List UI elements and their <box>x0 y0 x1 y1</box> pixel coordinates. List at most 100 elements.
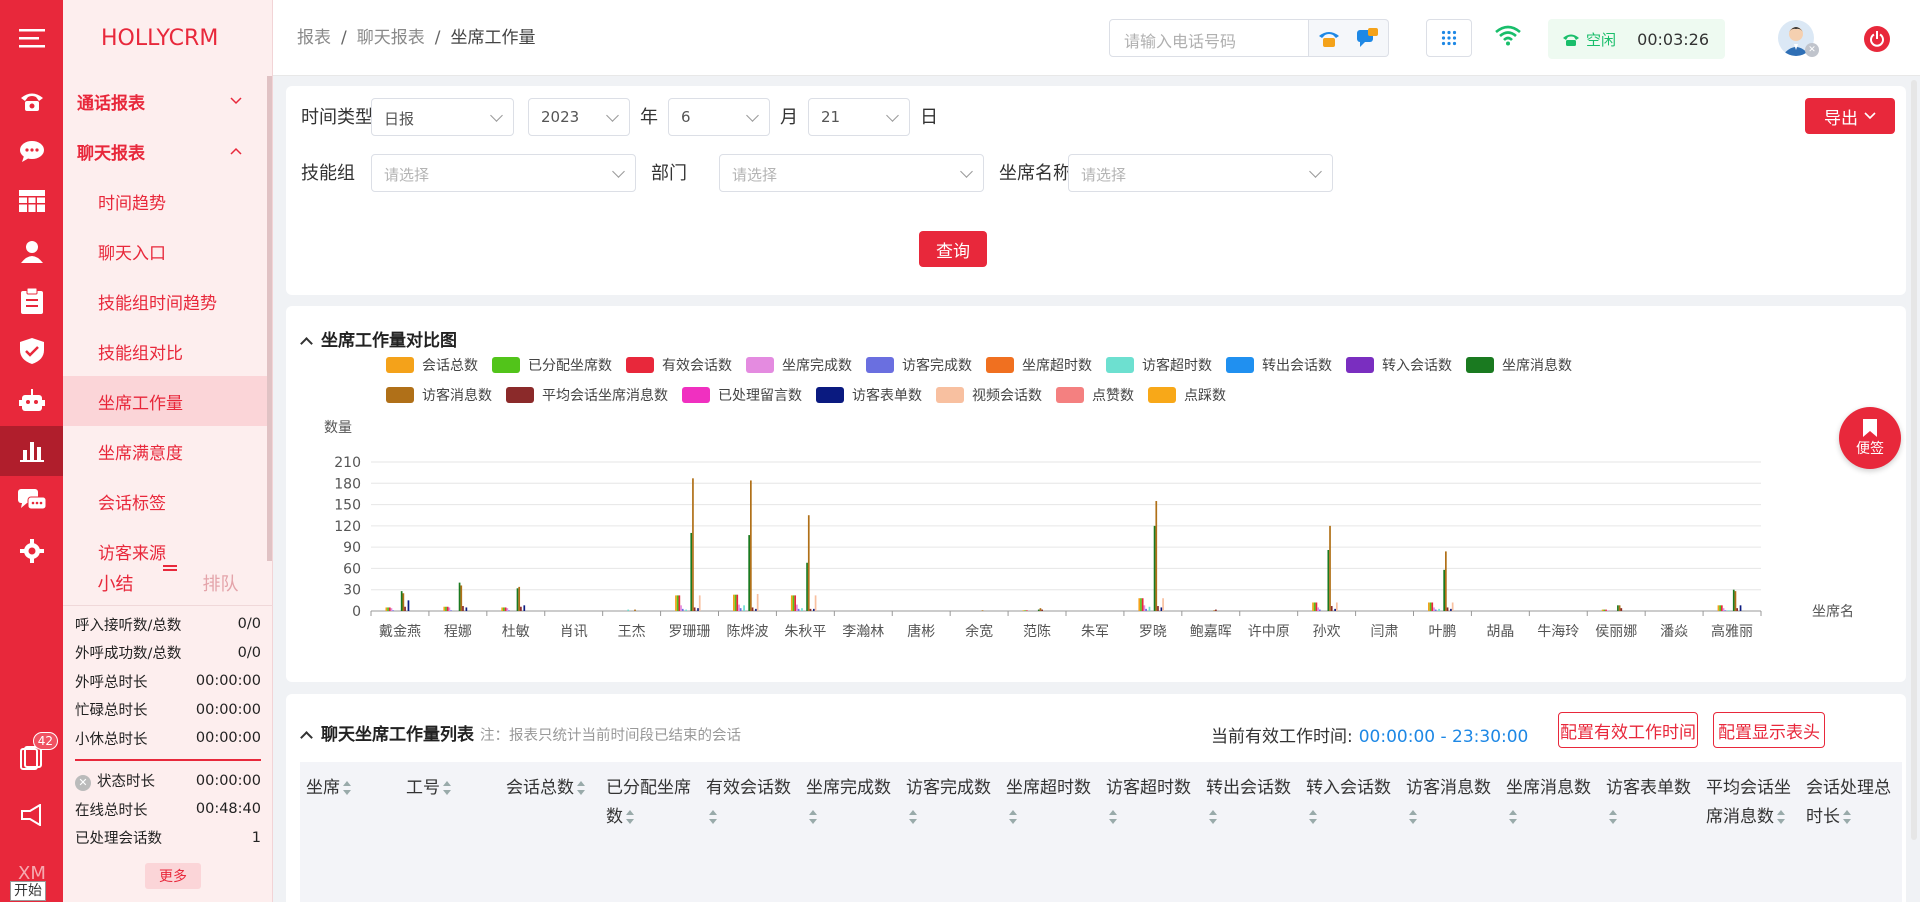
collapse-up-icon[interactable] <box>300 731 313 744</box>
collapse-handle-icon[interactable] <box>163 565 177 571</box>
menu-item-agent-satisfaction[interactable]: 坐席满意度 <box>63 426 272 476</box>
table-header-cell[interactable]: 访客表单数 <box>1600 762 1700 902</box>
table-icon[interactable] <box>0 176 63 226</box>
time-type-select[interactable]: 日报 <box>371 98 514 136</box>
user-icon[interactable] <box>0 226 63 276</box>
breadcrumb-item[interactable]: 报表 <box>297 28 331 48</box>
sort-icon[interactable] <box>443 781 451 795</box>
table-header-cell[interactable]: 访客完成数 <box>900 762 1000 902</box>
bar <box>518 586 521 611</box>
menu-item-visitor-source[interactable]: 访客来源 <box>63 526 272 562</box>
tab-summary[interactable]: 小结 <box>63 561 168 605</box>
table-header-cell[interactable]: 会话处理总时长 <box>1800 762 1900 902</box>
phone-number-input[interactable]: 请输入电话号码 <box>1109 19 1309 57</box>
time-type-label: 时间类型 <box>301 107 373 128</box>
table-header-cell[interactable]: 平均会话坐席消息数 <box>1700 762 1800 902</box>
table-header-cell[interactable]: 有效会话数 <box>700 762 800 902</box>
x-tick-label: 陈烨波 <box>726 623 768 640</box>
skill-group-select[interactable]: 请选择 <box>371 154 636 192</box>
table-header-cell[interactable]: 已分配坐席数 <box>600 762 700 902</box>
menu-group-call-report[interactable]: 通话报表 <box>63 76 272 126</box>
sort-icon[interactable] <box>1843 810 1851 824</box>
table-header-cell[interactable]: 工号 <box>400 762 500 902</box>
shield-icon[interactable] <box>0 326 63 376</box>
tab-queue[interactable]: 排队 <box>168 561 273 605</box>
menu-item-session-tags[interactable]: 会话标签 <box>63 476 272 526</box>
x-tick-label: 唐彬 <box>907 623 935 640</box>
table-header-cell[interactable]: 访客超时数 <box>1100 762 1200 902</box>
table-header-cell[interactable]: 坐席超时数 <box>1000 762 1100 902</box>
robot-icon[interactable] <box>0 376 63 426</box>
sticky-note-button[interactable]: 便签 <box>1839 407 1901 469</box>
table-header-cell[interactable]: 访客消息数 <box>1400 762 1500 902</box>
bar <box>390 608 393 611</box>
config-header-button[interactable]: 配置显示表头 <box>1713 712 1825 748</box>
sort-icon[interactable] <box>1009 810 1017 824</box>
dial-phone-icon[interactable] <box>1318 28 1340 48</box>
settings-icon[interactable] <box>0 526 63 576</box>
table-header-cell[interactable]: 坐席消息数 <box>1500 762 1600 902</box>
month-select[interactable]: 6 <box>668 98 770 136</box>
department-select[interactable]: 请选择 <box>719 154 984 192</box>
start-button[interactable]: 开始 <box>10 881 46 901</box>
menu-item-agent-workload[interactable]: 坐席工作量 <box>63 376 272 426</box>
menu-item-time-trend[interactable]: 时间趋势 <box>63 176 272 226</box>
sort-icon[interactable] <box>1209 810 1217 824</box>
grid-icon <box>1441 30 1457 46</box>
sort-icon[interactable] <box>626 810 634 824</box>
agent-status[interactable]: 空闲 00:03:26 <box>1548 19 1725 59</box>
query-button[interactable]: 查询 <box>919 231 987 267</box>
sort-icon[interactable] <box>1109 810 1117 824</box>
sort-icon[interactable] <box>809 810 817 824</box>
sort-icon[interactable] <box>1777 810 1785 824</box>
table-header-cell[interactable]: 会话总数 <box>500 762 600 902</box>
phone-icon[interactable] <box>0 76 63 126</box>
announcement-icon[interactable] <box>0 795 63 835</box>
menu-toggle-icon[interactable] <box>0 0 63 76</box>
y-tick-label: 30 <box>343 583 361 599</box>
sort-icon[interactable] <box>1409 810 1417 824</box>
export-button[interactable]: 导出 <box>1805 98 1895 134</box>
x-tick-label: 李瀚林 <box>842 624 884 640</box>
day-select[interactable]: 21 <box>808 98 910 136</box>
table-header-cell[interactable]: 坐席完成数 <box>800 762 900 902</box>
apps-grid-button[interactable] <box>1426 19 1472 57</box>
year-unit: 年 <box>640 107 658 128</box>
close-circle-icon[interactable]: ✕ <box>75 775 91 792</box>
menu-item-chat-entry[interactable]: 聊天入口 <box>63 226 272 276</box>
clipboard-icon[interactable] <box>0 276 63 326</box>
divider <box>75 758 261 761</box>
sort-icon[interactable] <box>577 781 585 795</box>
chat-bubble-icon[interactable] <box>1357 28 1379 48</box>
sort-icon[interactable] <box>709 810 717 824</box>
chat-icon[interactable] <box>0 126 63 176</box>
sort-icon[interactable] <box>1309 810 1317 824</box>
menu-item-skill-trend[interactable]: 技能组时间趋势 <box>63 276 272 326</box>
menu-item-skill-compare[interactable]: 技能组对比 <box>63 326 272 376</box>
table-section-title[interactable]: 聊天坐席工作量列表 注：报表只统计当前时间段已结束的会话 <box>294 720 741 745</box>
sort-icon[interactable] <box>343 781 351 795</box>
x-tick-label: 闫肃 <box>1371 624 1399 640</box>
table-panel: 聊天坐席工作量列表 注：报表只统计当前时间段已结束的会话 当前有效工作时间: 00:… <box>286 694 1906 902</box>
logout-power-button[interactable] <box>1864 26 1890 52</box>
report-chart-icon[interactable] <box>0 426 63 476</box>
year-select[interactable]: 2023 <box>528 98 630 136</box>
sort-icon[interactable] <box>909 810 917 824</box>
page-scrollbar[interactable] <box>1911 80 1917 840</box>
menu-group-chat-report[interactable]: 聊天报表 <box>63 126 272 176</box>
notification-book-icon[interactable]: 42 <box>0 732 63 778</box>
more-button[interactable]: 更多 <box>145 863 201 889</box>
message-icon[interactable] <box>0 476 63 526</box>
bar <box>1153 525 1156 611</box>
table-header-cell[interactable]: 转出会话数 <box>1200 762 1300 902</box>
agent-name-select[interactable]: 请选择 <box>1068 154 1333 192</box>
breadcrumb: 报表 / 聊天报表 / 坐席工作量 <box>297 28 536 48</box>
table-header-cell[interactable]: 坐席 <box>300 762 400 902</box>
sort-icon[interactable] <box>1609 810 1617 824</box>
breadcrumb-item[interactable]: 聊天报表 <box>357 28 425 48</box>
table-header-cell[interactable]: 转入会话数 <box>1300 762 1400 902</box>
sort-icon[interactable] <box>1509 810 1517 824</box>
config-work-time-button[interactable]: 配置有效工作时间 <box>1558 712 1698 748</box>
status-phone-icon <box>1563 34 1579 46</box>
menu-scrollbar[interactable] <box>267 76 272 561</box>
